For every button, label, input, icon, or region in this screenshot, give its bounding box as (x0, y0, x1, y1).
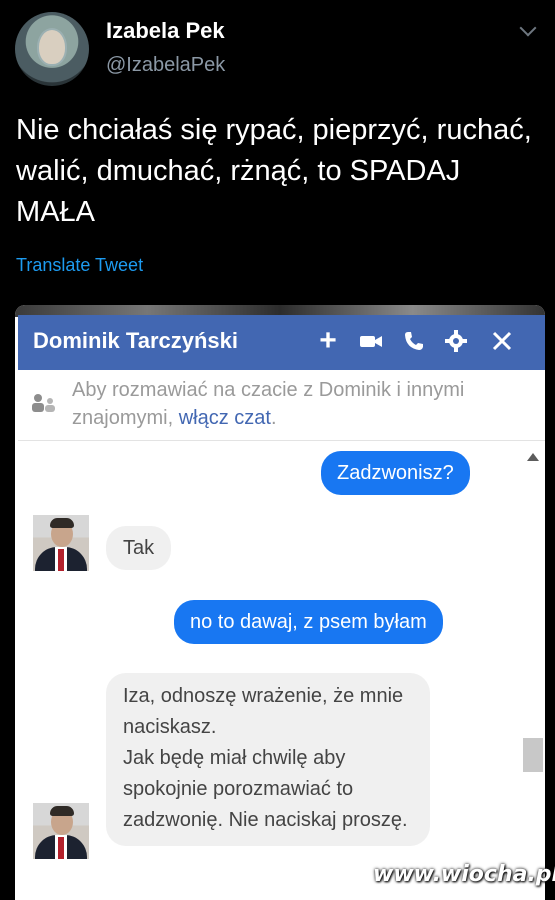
scrollbar[interactable] (520, 441, 545, 900)
gear-icon[interactable] (444, 329, 468, 353)
scrollbar-thumb[interactable] (523, 738, 543, 772)
friends-icon (30, 392, 60, 414)
message-outgoing: no to dawaj, z psem byłam (174, 600, 443, 644)
contact-avatar[interactable] (33, 515, 89, 571)
close-icon[interactable] (490, 329, 514, 353)
notice-text: Aby rozmawiać na czacie z Dominik i inny… (72, 376, 532, 432)
tweet-media[interactable]: Dominik Tarczyński + Aby rozmawiać na cz… (15, 305, 545, 900)
watermark: www.wiocha.pl (373, 862, 555, 887)
author-handle[interactable]: @IzabelaPek (106, 54, 225, 77)
scroll-up-arrow-icon[interactable] (527, 453, 539, 461)
message-incoming: Tak (106, 526, 172, 570)
tweet-header: Izabela Pek @IzabelaPek (0, 0, 555, 90)
plus-icon[interactable]: + (316, 326, 340, 356)
message-thread[interactable]: Zadzwonisz? Tak no to dawaj, z psem była… (18, 441, 545, 900)
chevron-down-icon[interactable] (519, 19, 537, 37)
tweet-text: Nie chciałaś się rypać, pieprzyć, ruchać… (16, 114, 532, 228)
message-incoming: Iza, odnoszę wrażenie, że mnie naciskasz… (106, 673, 430, 846)
author-avatar[interactable] (15, 12, 89, 86)
chat-title[interactable]: Dominik Tarczyński (33, 328, 238, 354)
chat-disabled-notice: Aby rozmawiać na czacie z Dominik i inny… (18, 370, 545, 441)
author-name[interactable]: Izabela Pek (106, 18, 225, 44)
translate-link[interactable]: Translate Tweet (16, 255, 143, 276)
enable-chat-link[interactable]: włącz czat (179, 407, 271, 429)
phone-icon[interactable] (402, 329, 426, 353)
chat-header: Dominik Tarczyński + (18, 315, 545, 370)
notice-suffix: . (270, 407, 277, 429)
message-outgoing: Zadzwonisz? (321, 451, 470, 495)
contact-avatar[interactable] (33, 803, 89, 859)
video-icon[interactable] (358, 329, 382, 353)
